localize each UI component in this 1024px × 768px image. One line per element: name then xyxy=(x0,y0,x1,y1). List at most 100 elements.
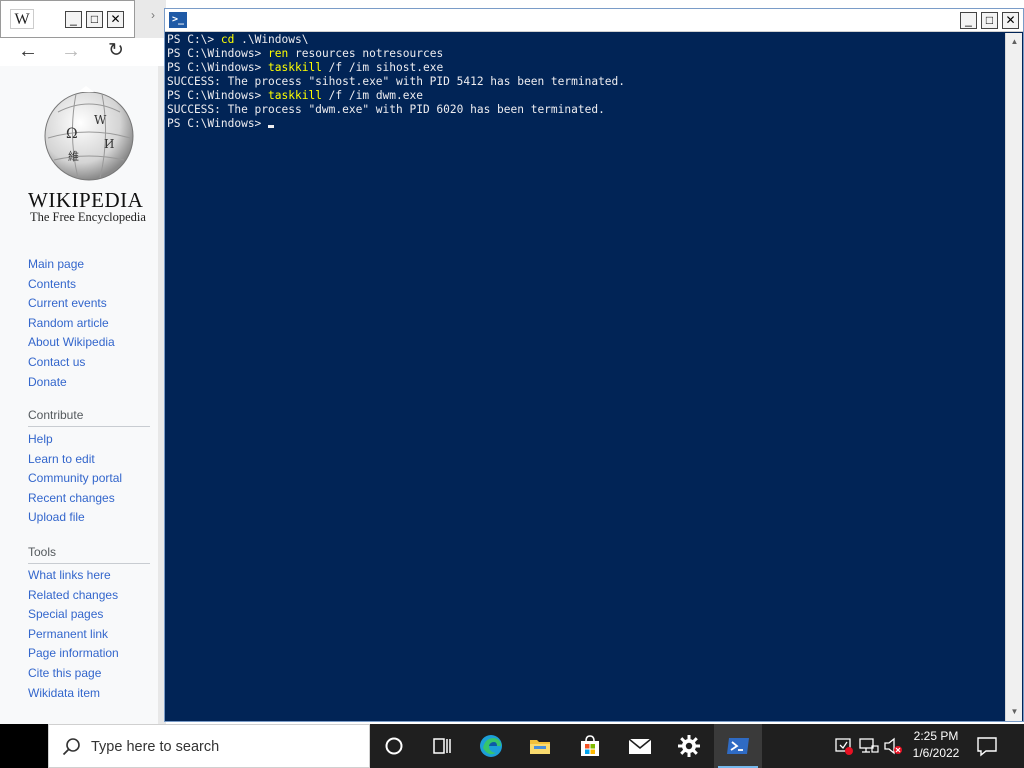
start-button[interactable] xyxy=(0,724,48,768)
taskbar: Type here to search 2:25 PM 1/6/2022 xyxy=(0,724,1024,768)
sidebar-link-help[interactable]: Help xyxy=(28,432,53,446)
settings-button[interactable] xyxy=(665,724,713,768)
console-arguments: /f /im sihost.exe xyxy=(321,61,444,74)
cortana-button[interactable] xyxy=(370,724,418,768)
browser-maximize-button[interactable]: □ xyxy=(86,11,103,28)
console-prompt-text: PS C:\Windows> xyxy=(167,89,269,102)
mail-button[interactable] xyxy=(616,724,664,768)
search-icon xyxy=(62,738,80,756)
wikipedia-tab-icon[interactable]: W xyxy=(10,9,34,29)
edge-icon xyxy=(480,735,502,757)
svg-text:維: 維 xyxy=(68,150,79,163)
sidebar-heading-contribute[interactable]: Contribute xyxy=(28,408,83,422)
security-alert-icon[interactable] xyxy=(834,736,854,756)
sidebar-link-current-events[interactable]: Current events xyxy=(28,296,107,310)
console-prompt-text: SUCCESS: The process "sihost.exe" with P… xyxy=(167,75,626,88)
taskbar-search-box[interactable]: Type here to search xyxy=(48,724,370,768)
sidebar-divider xyxy=(28,563,150,564)
console-line: PS C:\Windows> taskkill /f /im sihost.ex… xyxy=(167,61,1005,75)
scroll-up-icon[interactable]: ▲ xyxy=(1006,35,1023,49)
sidebar-link-community-portal[interactable]: Community portal xyxy=(28,471,122,485)
back-arrow-icon[interactable]: ← xyxy=(13,38,43,66)
console-arguments: /f /im dwm.exe xyxy=(321,89,423,102)
sidebar-link-page-information[interactable]: Page information xyxy=(28,646,119,660)
file-explorer-icon xyxy=(530,740,550,754)
chevron-right-icon[interactable]: › xyxy=(151,8,155,22)
mail-icon xyxy=(628,738,652,754)
search-placeholder: Type here to search xyxy=(91,739,220,755)
console-prompt-text: SUCCESS: The process "dwm.exe" with PID … xyxy=(167,103,605,116)
console-current-line[interactable]: PS C:\Windows> xyxy=(167,117,1005,131)
powershell-window: >_ _ □ ✕ PS C:\> cd .\Windows\ PS C:\Wind… xyxy=(164,8,1024,722)
wikipedia-logo[interactable]: Ω W 維 И WIKIPEDIA The Free Encyclopedia xyxy=(28,86,154,226)
sidebar-link-donate[interactable]: Donate xyxy=(28,375,67,389)
sidebar-heading-tools[interactable]: Tools xyxy=(28,545,56,559)
browser-minimize-button[interactable]: _ xyxy=(65,11,82,28)
sidebar-link-contents[interactable]: Contents xyxy=(28,277,76,291)
clock-time: 2:25 PM xyxy=(913,729,959,743)
powershell-titlebar[interactable]: >_ _ □ ✕ xyxy=(165,9,1023,32)
svg-text:W: W xyxy=(94,113,107,127)
console-line: SUCCESS: The process "sihost.exe" with P… xyxy=(167,75,1005,89)
console-line: SUCCESS: The process "dwm.exe" with PID … xyxy=(167,103,1005,117)
sidebar-link-wikidata-item[interactable]: Wikidata item xyxy=(28,686,100,700)
sidebar-link-permanent-link[interactable]: Permanent link xyxy=(28,627,108,641)
sidebar-link-random-article[interactable]: Random article xyxy=(28,316,109,330)
svg-text:Ω: Ω xyxy=(66,126,78,142)
console-prompt-text: PS C:\Windows> xyxy=(167,47,269,60)
sidebar-link-related-changes[interactable]: Related changes xyxy=(28,588,118,602)
wikipedia-tagline: The Free Encyclopedia xyxy=(30,210,146,224)
sidebar-link-about-wikipedia[interactable]: About Wikipedia xyxy=(28,335,115,349)
console-command: taskkill xyxy=(268,89,322,102)
console-command: taskkill xyxy=(268,61,322,74)
console-line: PS C:\Windows> taskkill /f /im dwm.exe xyxy=(167,89,1005,103)
reload-icon[interactable]: ↻ xyxy=(101,38,131,66)
console-prompt-text: PS C:\> xyxy=(167,33,221,46)
powershell-taskbar-button[interactable] xyxy=(714,724,762,768)
browser-titlebar: W _ □ ✕ xyxy=(0,0,135,38)
task-view-button[interactable] xyxy=(418,724,466,768)
console-command: ren xyxy=(268,47,289,60)
scroll-down-icon[interactable]: ▼ xyxy=(1006,705,1023,719)
console-arguments: .\Windows\ xyxy=(234,33,309,46)
svg-text:И: И xyxy=(104,137,114,151)
sidebar-link-learn-to-edit[interactable]: Learn to edit xyxy=(28,452,95,466)
sidebar-link-cite-this-page[interactable]: Cite this page xyxy=(28,666,101,680)
console-arguments: resources notresources xyxy=(288,47,444,60)
browser-window: W _ □ ✕ › ← → ↻ Ω W 維 И WIKIPEDIA The Fr… xyxy=(0,0,166,724)
powershell-icon xyxy=(727,738,749,754)
task-view-icon xyxy=(433,738,451,754)
system-clock[interactable]: 2:25 PM 1/6/2022 xyxy=(900,728,972,764)
sidebar-link-upload-file[interactable]: Upload file xyxy=(28,510,85,524)
console-prompt-text: PS C:\Windows> xyxy=(167,61,269,74)
store-icon xyxy=(581,735,599,756)
cortana-icon xyxy=(385,737,403,755)
file-explorer-button[interactable] xyxy=(516,724,564,768)
edge-button[interactable] xyxy=(467,724,515,768)
powershell-maximize-button[interactable]: □ xyxy=(981,12,998,29)
console-line: PS C:\> cd .\Windows\ xyxy=(167,33,1005,47)
sidebar-link-contact-us[interactable]: Contact us xyxy=(28,355,85,369)
sidebar-divider xyxy=(28,426,150,427)
sidebar-link-recent-changes[interactable]: Recent changes xyxy=(28,491,115,505)
network-icon[interactable] xyxy=(859,736,879,756)
text-cursor xyxy=(268,125,275,128)
powershell-close-button[interactable]: ✕ xyxy=(1002,12,1019,29)
console-prompt-text: PS C:\Windows> xyxy=(167,117,269,130)
browser-tab-strip: › xyxy=(135,0,166,38)
powershell-minimize-button[interactable]: _ xyxy=(960,12,977,29)
console-command: cd xyxy=(220,33,235,46)
notification-center-icon[interactable] xyxy=(976,735,998,757)
settings-icon xyxy=(678,735,700,757)
sidebar-link-main-page[interactable]: Main page xyxy=(28,257,84,271)
sidebar-link-special-pages[interactable]: Special pages xyxy=(28,607,103,621)
store-button[interactable] xyxy=(566,724,614,768)
sidebar-link-what-links-here[interactable]: What links here xyxy=(28,568,111,582)
wikipedia-globe-icon: Ω W 維 И xyxy=(44,86,134,181)
browser-navbar: ← → ↻ xyxy=(0,38,166,66)
powershell-icon[interactable]: >_ xyxy=(169,12,187,28)
forward-arrow-icon[interactable]: → xyxy=(56,38,86,66)
console-scrollbar[interactable]: ▲ ▼ xyxy=(1005,33,1022,721)
console-output[interactable]: PS C:\> cd .\Windows\ PS C:\Windows> ren … xyxy=(167,33,1005,721)
browser-close-button[interactable]: ✕ xyxy=(107,11,124,28)
